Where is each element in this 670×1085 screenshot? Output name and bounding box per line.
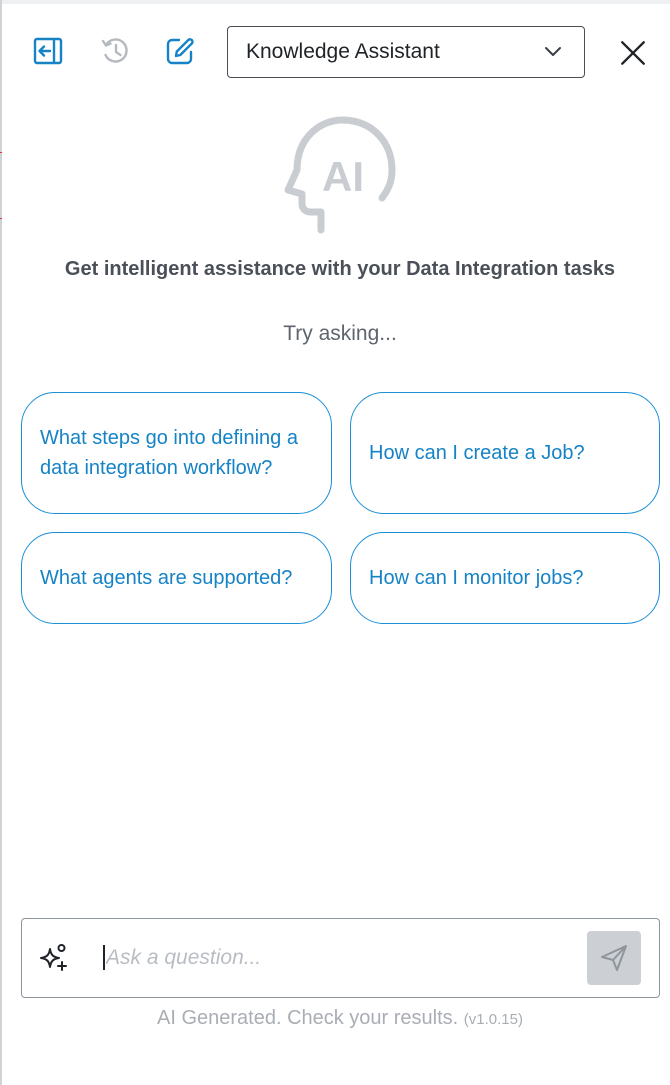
- left-edge-marker: [0, 218, 2, 219]
- new-chat-button[interactable]: [162, 33, 198, 69]
- edit-icon: [166, 38, 194, 65]
- try-asking-label: Try asking...: [283, 322, 397, 345]
- assistant-selector-value: Knowledge Assistant: [246, 40, 440, 63]
- footer-disclaimer-text: AI Generated. Check your results.: [156, 1007, 459, 1029]
- collapse-panel-button[interactable]: [30, 33, 66, 69]
- footer-disclaimer: AI Generated. Check your results. (v1.0.…: [0, 1007, 670, 1030]
- page-headline: Get intelligent assistance with your Dat…: [64, 258, 616, 280]
- version-label: (v1.0.15): [463, 1011, 523, 1028]
- suggestion-chip[interactable]: What agents are supported?: [21, 532, 332, 624]
- collapse-panel-icon: [33, 37, 63, 65]
- close-icon: [621, 41, 645, 65]
- left-panel-edge: [0, 0, 2, 1085]
- chevron-down-icon: [545, 47, 561, 56]
- suggestion-label: How can I monitor jobs?: [369, 567, 584, 589]
- history-icon: [101, 38, 128, 63]
- send-button[interactable]: [587, 931, 641, 985]
- ai-logo-text: AI: [322, 153, 364, 200]
- sparkle-icon[interactable]: [38, 942, 70, 974]
- top-divider: [0, 0, 670, 4]
- suggestion-label: What steps go into defining a data integ…: [40, 427, 298, 479]
- suggestion-chip[interactable]: How can I create a Job?: [350, 392, 660, 514]
- history-button[interactable]: [97, 33, 133, 69]
- assistant-selector[interactable]: Knowledge Assistant: [227, 26, 585, 78]
- suggestion-chip[interactable]: What steps go into defining a data integ…: [21, 392, 332, 514]
- left-edge-marker: [0, 152, 2, 153]
- suggestion-chip[interactable]: How can I monitor jobs?: [350, 532, 660, 624]
- send-icon: [601, 945, 627, 971]
- question-input[interactable]: [106, 937, 576, 979]
- question-composer: [21, 918, 660, 998]
- text-cursor: [103, 945, 105, 970]
- ai-head-logo: AI: [284, 116, 396, 234]
- suggestion-label: How can I create a Job?: [369, 442, 585, 464]
- suggestion-label: What agents are supported?: [40, 567, 293, 589]
- close-button[interactable]: [614, 34, 652, 72]
